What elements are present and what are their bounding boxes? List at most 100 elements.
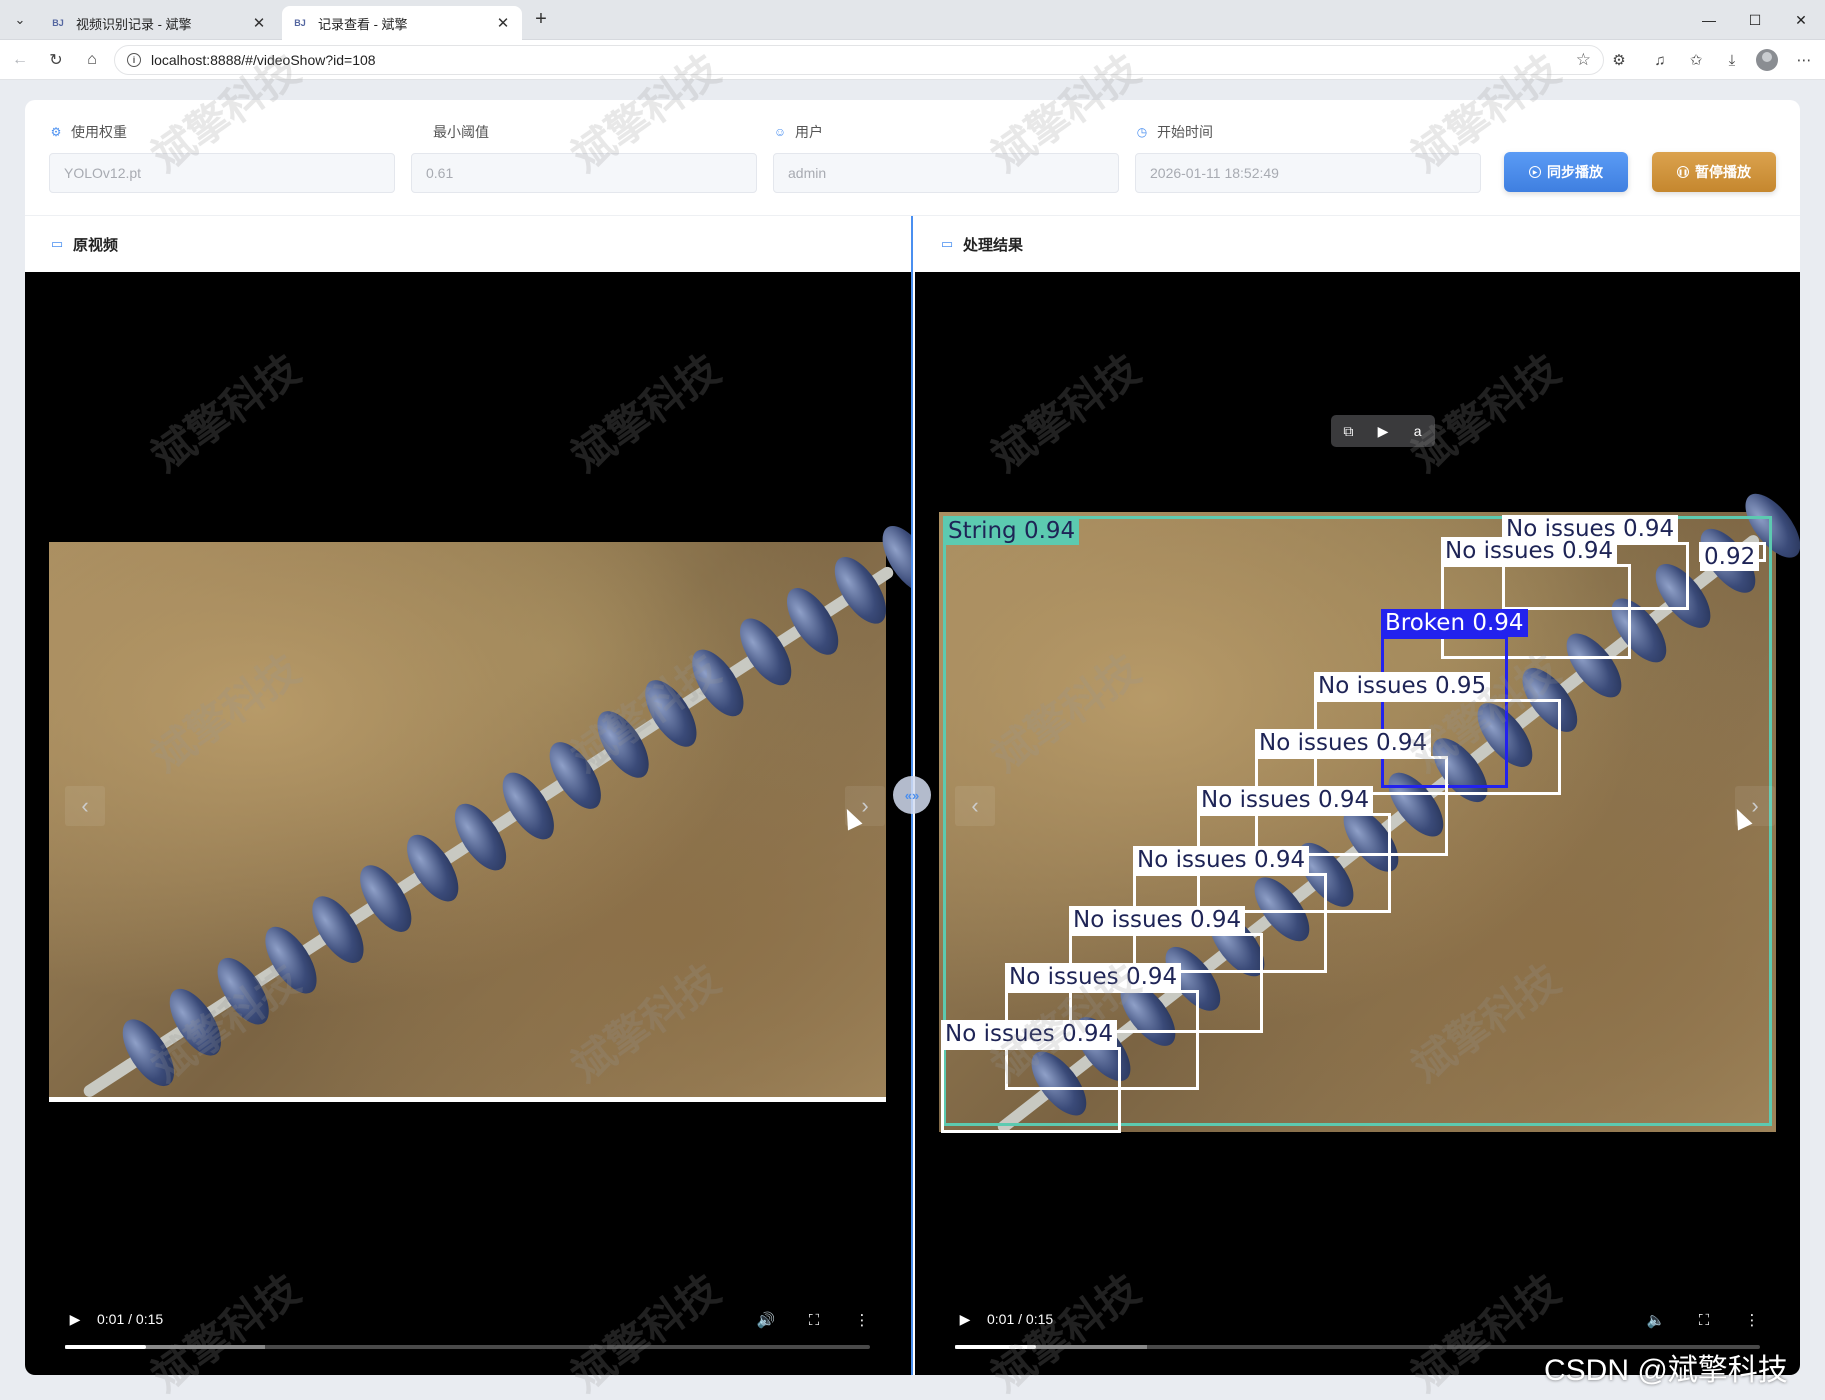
result-video-title: 处理结果 [963,236,1024,254]
tab-close-icon[interactable]: ✕ [494,14,512,32]
insulator-disc [729,609,802,694]
prev-arrow-icon[interactable]: ‹ [65,786,105,826]
result-video-header: ▭ 处理结果 [939,216,1023,272]
user-field: ☺ 用户 admin [773,122,1119,193]
volume-muted-icon[interactable]: 🔈 [1645,1309,1667,1331]
window-close-icon[interactable]: ✕ [1786,6,1816,34]
insulator-disc [824,548,897,632]
tab-close-icon[interactable]: ✕ [250,14,268,32]
home-icon[interactable]: ⌂ [80,48,104,72]
detection-label: No issues 0.95 [1314,672,1491,700]
insulator-disc [587,702,659,786]
browser-tab-records[interactable]: BJ 视频识别记录 - 斌擎 ✕ [40,6,278,40]
read-aloud-icon[interactable]: ♫ [1648,48,1672,72]
insulator-disc [634,671,707,755]
browser-tab-view-record[interactable]: BJ 记录查看 - 斌擎 ✕ [282,6,522,40]
result-video-frame: String 0.94 No issues 0.94 0.92 No issue… [939,484,1800,1136]
insulator-disc [302,887,375,971]
pause-circle-icon: ❚❚ [1677,166,1689,178]
new-tab-plus-icon[interactable]: + [530,8,552,30]
pause-play-button[interactable]: ❚❚ 暂停播放 [1652,152,1776,192]
site-info-icon[interactable]: i [127,53,141,67]
original-video-title: 原视频 [73,236,119,254]
detection-label: No issues 0.94 [1005,963,1182,991]
fullscreen-icon[interactable]: ⛶ [1693,1309,1715,1331]
result-time-display: 0:01 / 0:15 [987,1311,1054,1327]
user-icon: ☺ [773,125,787,139]
video-camera-icon: ▭ [50,236,64,251]
detection-label: No issues 0.94 [1441,537,1618,565]
insulator-disc [207,949,280,1033]
more-menu-icon[interactable]: ⋯ [1792,48,1816,72]
tab-list-chevron-icon[interactable]: ⌄ [8,8,32,32]
record-view-card: ⚙ 使用权重 YOLOv12.pt 最小阈值 0.61 ☺ 用户 admin ◷… [25,100,1800,1375]
sync-play-button[interactable]: ▶ 同步播放 [1504,152,1628,192]
back-arrow-icon[interactable]: ← [8,48,32,72]
profile-avatar[interactable] [1756,49,1778,71]
cpu-icon: ⚙ [50,125,62,139]
record-info-row: ⚙ 使用权重 YOLOv12.pt 最小阈值 0.61 ☺ 用户 admin ◷… [25,100,1800,216]
weight-input[interactable]: YOLOv12.pt [49,153,395,193]
url-text: localhost:8888/#/videoShow?id=108 [151,52,376,68]
start-time-input[interactable]: 2026-01-11 18:52:49 [1135,153,1481,193]
detection-box: 0.92 [1699,542,1766,571]
more-options-icon[interactable]: ⋮ [851,1309,873,1331]
threshold-field: 最小阈值 0.61 [411,122,757,193]
original-progress-bar[interactable] [65,1345,870,1349]
detection-label: No issues 0.94 [941,1020,1118,1048]
picture-in-picture-icon[interactable]: ⧉ [1336,419,1360,443]
translate-icon[interactable]: a [1406,419,1430,443]
more-options-icon[interactable]: ⋮ [1741,1309,1763,1331]
insulator-disc [539,733,612,817]
tab-title: 视频识别记录 - 斌擎 [76,16,192,32]
insulator-disc [349,856,422,940]
insulator-disc [444,794,517,879]
address-bar: ← ↻ ⌂ i localhost:8888/#/videoShow?id=10… [0,40,1825,80]
volume-icon[interactable]: 🔊 [755,1309,777,1331]
detection-label: No issues 0.94 [1069,906,1246,934]
favicon-icon: BJ [52,18,64,28]
detection-label: 0.92 [1700,543,1760,571]
url-input[interactable]: i localhost:8888/#/videoShow?id=108 ☆ [114,45,1604,75]
original-video-controls: ▶ 0:01 / 0:15 🔊 ⛶ ⋮ [25,1295,911,1375]
start-time-field: ◷ 开始时间 2026-01-11 18:52:49 [1135,122,1481,193]
downloads-icon[interactable]: ⤓ [1720,48,1744,72]
split-resize-handle-icon[interactable]: «» [893,776,931,814]
monitor-icon: ▭ [940,236,954,251]
user-label: 用户 [795,124,823,140]
insulator-disc [397,825,470,910]
original-video-header: ▭ 原视频 [49,216,118,272]
detection-label: Broken 0.94 [1381,609,1528,637]
threshold-label: 最小阈值 [433,124,489,140]
original-video-frame [49,517,911,1102]
detection-label: String 0.94 [944,517,1080,545]
threshold-input[interactable]: 0.61 [411,153,757,193]
user-input[interactable]: admin [773,153,1119,193]
insulator-string-image [78,517,911,1103]
insulator-disc [112,1010,185,1095]
detection-label: No issues 0.94 [1197,786,1374,814]
favorite-star-icon[interactable]: ☆ [1576,50,1591,70]
original-video-player[interactable]: ‹ › ▶ 0:01 / 0:15 🔊 ⛶ ⋮ [25,272,911,1375]
play-circle-icon: ▶ [1529,166,1541,178]
minimize-icon[interactable]: — [1694,6,1724,34]
favicon-icon: BJ [294,18,306,28]
tab-title: 记录查看 - 斌擎 [318,16,408,32]
detection-box: No issues 0.94 [941,1020,1121,1133]
insulator-disc [492,763,564,848]
extensions-icon[interactable]: ⚙ [1607,48,1631,72]
insulator-disc [777,578,849,663]
weight-label: 使用权重 [71,124,127,140]
original-time-display: 0:01 / 0:15 [97,1311,164,1327]
favorites-icon[interactable]: ✩ [1684,48,1708,72]
clock-icon: ◷ [1136,125,1148,139]
prev-arrow-icon[interactable]: ‹ [955,786,995,826]
video-search-icon[interactable]: ▶ [1371,419,1395,443]
reload-icon[interactable]: ↻ [44,48,68,72]
detection-label: No issues 0.94 [1255,729,1432,757]
fullscreen-icon[interactable]: ⛶ [803,1309,825,1331]
play-icon[interactable]: ▶ [65,1309,85,1329]
maximize-icon[interactable]: ☐ [1740,6,1770,34]
csdn-watermark: CSDN @斌擎科技 [1544,1354,1788,1387]
play-icon[interactable]: ▶ [955,1309,975,1329]
